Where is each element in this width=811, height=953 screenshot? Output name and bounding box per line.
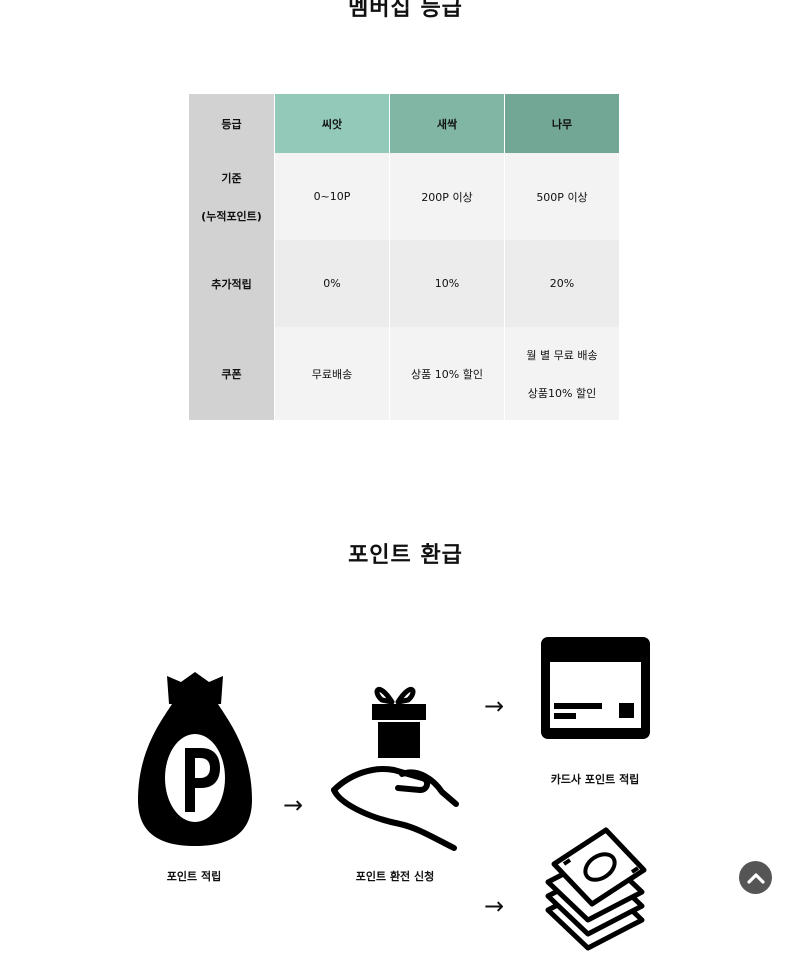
table-cell: 0% [274, 240, 390, 327]
row-label-criteria: 기준 (누적포인트) [189, 153, 275, 240]
header-grade: 등급 [189, 94, 275, 153]
table-row: 기준 (누적포인트) 0~10P 200P 이상 500P 이상 [189, 153, 620, 240]
cash-stack-icon [545, 827, 647, 951]
arrow-right-icon: → [283, 791, 304, 819]
cell-line: 월 별 무료 배송 [526, 348, 598, 362]
header-seed: 씨앗 [274, 94, 390, 153]
header-tree: 나무 [504, 94, 620, 153]
row-label-line: (누적포인트) [201, 209, 262, 223]
table-row: 쿠폰 무료배송 상품 10% 할인 월 별 무료 배송 상품10% 할인 [189, 327, 620, 420]
table-cell: 500P 이상 [504, 153, 620, 240]
membership-grade-table: 등급 씨앗 새싹 나무 기준 (누적포인트) 0~10P 200P 이상 500… [189, 94, 620, 420]
table-row: 추가적립 0% 10% 20% [189, 240, 620, 327]
row-label-line: 기준 [221, 171, 242, 185]
refund-title: 포인트 환급 [348, 542, 463, 568]
arrow-right-icon: → [484, 692, 505, 720]
header-sprout: 새싹 [389, 94, 505, 153]
membership-title: 멤버십 등급 [348, 0, 463, 21]
chevron-up-icon [746, 872, 765, 884]
money-bag-p-icon [138, 672, 252, 846]
table-cell: 200P 이상 [389, 153, 505, 240]
cell-line: 상품10% 할인 [527, 386, 597, 400]
table-cell: 20% [504, 240, 620, 327]
row-label-coupon: 쿠폰 [189, 327, 275, 420]
gift-hand-icon [331, 687, 459, 851]
table-cell: 0~10P [274, 153, 390, 240]
step-earn-caption: 포인트 적립 [166, 870, 222, 883]
step-apply-caption: 포인트 환전 신청 [355, 870, 435, 883]
table-cell: 무료배송 [274, 327, 390, 420]
scroll-top-button[interactable] [739, 861, 772, 894]
credit-card-icon [541, 637, 650, 739]
step-card-caption: 카드사 포인트 적립 [550, 773, 640, 786]
row-label-extra: 추가적립 [189, 240, 275, 327]
arrow-right-icon: → [484, 892, 505, 920]
table-header-row: 등급 씨앗 새싹 나무 [189, 94, 620, 153]
table-cell: 월 별 무료 배송 상품10% 할인 [504, 327, 620, 420]
table-cell: 10% [389, 240, 505, 327]
table-cell: 상품 10% 할인 [389, 327, 505, 420]
